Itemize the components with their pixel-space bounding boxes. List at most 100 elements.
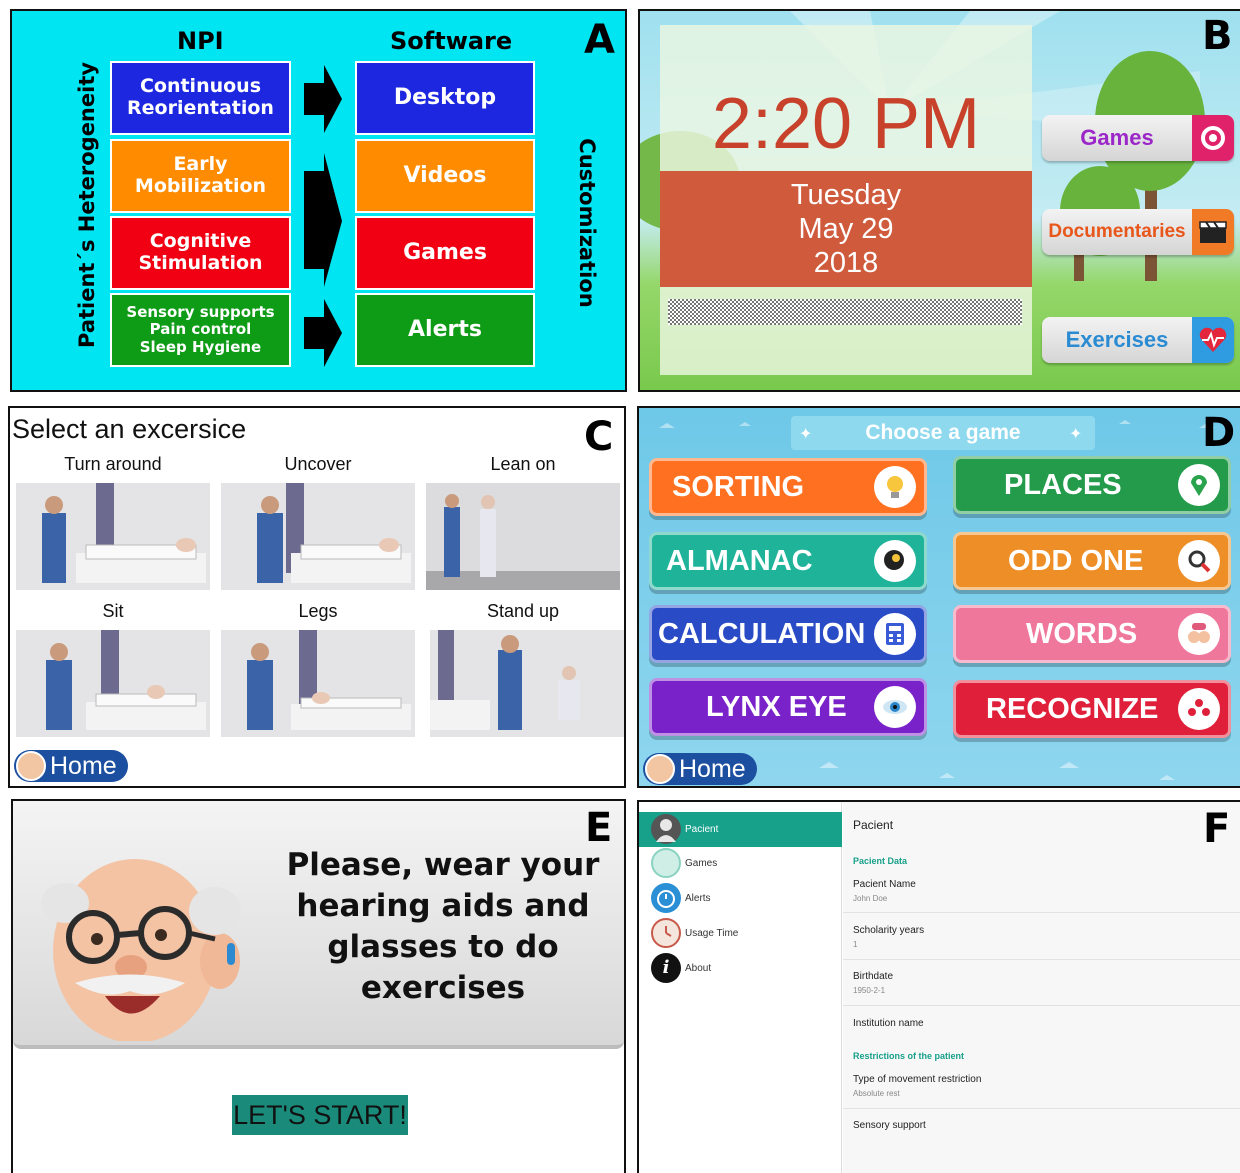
- pacient-settings-content: Pacient Pacient Data Pacient Name John D…: [843, 802, 1240, 1173]
- choose-game-banner: Choose a game: [791, 416, 1095, 450]
- documentaries-button-label: Documentaries: [1048, 221, 1186, 242]
- field-label-institution-name: Institution name: [853, 1018, 924, 1029]
- arrow-3: [304, 299, 342, 367]
- field-value-pacient-name[interactable]: John Doe: [853, 894, 887, 903]
- select-exercise-title: Select an excersice: [12, 414, 247, 444]
- games-button-label: Games: [1080, 125, 1154, 150]
- npi-box-reorientation: Continuous Reorientation: [110, 61, 291, 135]
- sidebar-item-alerts[interactable]: Alerts: [639, 881, 842, 916]
- sidebar-item-label: Usage Time: [685, 928, 739, 939]
- speech-people-icon: [1178, 613, 1220, 655]
- game-tile-words[interactable]: WORDS: [953, 605, 1231, 663]
- game-tile-label: CALCULATION: [658, 618, 866, 650]
- section-restrictions: Restrictions of the patient: [853, 1051, 965, 1061]
- sidebar-item-usage-time[interactable]: Usage Time: [639, 916, 842, 951]
- settings-sidebar: Pacient Games Alerts Usage Time i About: [639, 802, 842, 1173]
- sidebar-item-label: Games: [685, 858, 718, 869]
- sidebar-item-about[interactable]: i About: [639, 951, 842, 986]
- calculator-icon: [874, 613, 916, 655]
- home-button[interactable]: Home: [14, 750, 128, 782]
- divider: [843, 1005, 1240, 1006]
- field-value-scholarity-years[interactable]: 1: [853, 940, 857, 949]
- game-tile-lynx-eye[interactable]: LYNX EYE: [649, 678, 927, 736]
- customization-label: Customization: [575, 138, 599, 308]
- exercise-video-sit[interactable]: [16, 630, 210, 737]
- npi-box-mobilization: Early Mobilization: [110, 139, 291, 213]
- grandpa-avatar-icon: [16, 751, 46, 781]
- exercise-thumbnail-graphic: [430, 630, 624, 737]
- game-tile-almanac[interactable]: ALMANAC: [649, 532, 927, 590]
- game-tile-places[interactable]: PLACES: [953, 456, 1231, 514]
- exercises-button-label: Exercises: [1065, 327, 1169, 352]
- game-tile-label: ALMANAC: [666, 545, 813, 577]
- clapperboard-icon: [1192, 209, 1234, 255]
- panel-letter-b: B: [1202, 13, 1233, 59]
- software-box-games: Games: [355, 216, 535, 290]
- software-box-desktop: Desktop: [355, 61, 535, 135]
- people-icon: [1178, 688, 1220, 730]
- exercise-video-lean-on[interactable]: [426, 483, 620, 590]
- npi-header: NPI: [177, 27, 224, 55]
- field-label-sensory-support: Sensory support: [853, 1120, 926, 1131]
- divider: [843, 1108, 1240, 1109]
- documentaries-button[interactable]: Documentaries: [1042, 209, 1234, 255]
- home-button-label: Home: [679, 755, 746, 783]
- games-button[interactable]: Games: [1042, 115, 1234, 161]
- reminder-message: Please, wear your hearing aids and glass…: [286, 847, 600, 1006]
- panel-c-exercise-selection: Select an excersice C Turn around Uncove…: [8, 406, 626, 788]
- divider: [843, 959, 1240, 960]
- exercise-video-stand-up[interactable]: [430, 630, 624, 737]
- game-tile-calculation[interactable]: CALCULATION: [649, 605, 927, 663]
- sidebar-item-label: Pacient: [685, 824, 719, 835]
- npi-box-cognitive: Cognitive Stimulation: [110, 216, 291, 290]
- exercise-video-uncover[interactable]: [221, 483, 415, 590]
- sidebar-item-pacient[interactable]: Pacient: [639, 812, 842, 847]
- field-value-birthdate[interactable]: 1950-2-1: [853, 986, 885, 995]
- arrow-2: [304, 153, 342, 287]
- exercises-button[interactable]: Exercises: [1042, 317, 1234, 363]
- games-icon: [651, 848, 681, 878]
- exercise-thumbnail-graphic: [16, 483, 210, 590]
- panel-letter-e: E: [585, 805, 613, 851]
- panel-b-desktop-screen: 2:20 PM Tuesday May 29 2018 Games Docume…: [638, 9, 1240, 392]
- alarm-clock-icon: [651, 883, 681, 913]
- field-label-pacient-name: Pacient Name: [853, 879, 916, 890]
- sidebar-item-label: Alerts: [685, 893, 711, 904]
- exercise-caption-stand-up: Stand up: [486, 601, 560, 621]
- exercise-thumbnail-graphic: [426, 483, 620, 590]
- exercise-caption-sit: Sit: [102, 601, 124, 621]
- date-year: 2018: [813, 247, 879, 279]
- field-value-movement-restriction[interactable]: Absolute rest: [853, 1089, 900, 1098]
- game-tile-label: ODD ONE: [1008, 545, 1144, 577]
- current-time: 2:20 PM: [711, 84, 981, 164]
- game-tile-recognize[interactable]: RECOGNIZE: [953, 680, 1231, 738]
- field-label-birthdate: Birthdate: [853, 971, 894, 982]
- lets-start-button[interactable]: LET'S START!: [232, 1095, 408, 1135]
- redacted-area: [668, 299, 1022, 325]
- panel-e-hearing-aids-reminder: Please, wear your hearing aids and glass…: [11, 799, 626, 1173]
- panel-letter-c: C: [584, 414, 614, 460]
- sidebar-item-games[interactable]: Games: [639, 846, 842, 881]
- software-box-alerts: Alerts: [355, 293, 535, 367]
- head-gears-icon: [874, 540, 916, 582]
- exercise-caption-legs: Legs: [298, 601, 338, 621]
- game-tile-odd-one[interactable]: ODD ONE: [953, 532, 1231, 590]
- date-weekday: Tuesday: [790, 179, 902, 211]
- user-icon: [651, 814, 681, 844]
- exercise-video-legs[interactable]: [221, 630, 415, 737]
- exercise-video-turn-around[interactable]: [16, 483, 210, 590]
- exercise-caption-turn-around: Turn around: [64, 454, 162, 474]
- home-button-label: Home: [50, 752, 117, 780]
- exercise-thumbnail-graphic: [16, 630, 210, 737]
- game-tile-label: SORTING: [672, 471, 805, 503]
- home-button[interactable]: Home: [643, 753, 757, 785]
- game-tile-sorting[interactable]: SORTING: [649, 458, 927, 516]
- arrow-1: [304, 65, 342, 133]
- field-label-scholarity-years: Scholarity years: [853, 925, 925, 936]
- panel-letter-d: D: [1202, 410, 1236, 456]
- patients-heterogeneity-label: Patient´s Heterogeneity: [75, 61, 99, 348]
- divider: [843, 912, 1240, 913]
- game-tile-label: WORDS: [1026, 618, 1138, 650]
- lightbulb-icon: [874, 466, 916, 508]
- sidebar-item-label: About: [685, 963, 712, 974]
